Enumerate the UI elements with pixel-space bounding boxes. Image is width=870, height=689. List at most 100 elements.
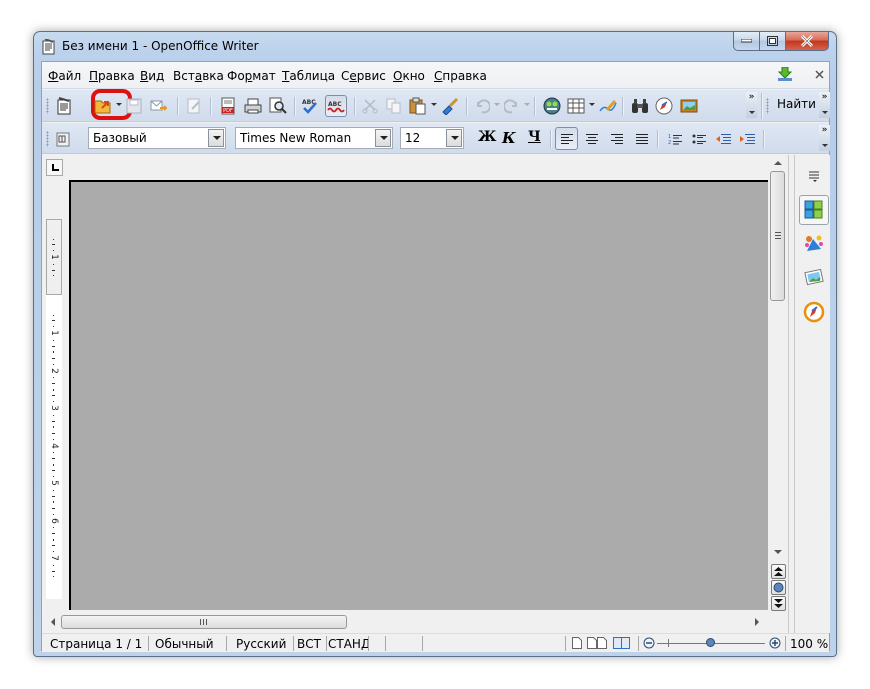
toolbar-grip[interactable] [46,98,49,114]
font-size-dropdown[interactable] [446,129,462,147]
zoom-out-icon[interactable] [643,637,655,649]
scroll-left-arrow[interactable] [51,618,55,626]
zoom-slider-knob[interactable] [706,638,715,647]
formatting-overflow-button[interactable]: » [819,125,830,151]
increase-indent-button[interactable] [737,129,757,149]
undo-button[interactable] [472,96,492,116]
decrease-indent-button[interactable] [713,129,733,149]
font-name-combo[interactable]: Times New Roman [235,127,393,149]
menu-window[interactable]: Окно [393,69,425,83]
status-language[interactable]: Русский [236,637,286,651]
sidebar-gallery-button[interactable] [799,263,829,293]
undo-dropdown-arrow[interactable] [494,103,500,106]
close-document-icon[interactable] [815,70,824,79]
bold-button[interactable]: Ж [478,129,496,145]
minimize-button[interactable] [733,32,760,51]
status-zoom-level[interactable]: 100 % [790,637,828,651]
book-view-icon[interactable] [613,637,631,649]
multi-page-view-icon[interactable] [587,637,607,649]
toolbar-overflow-button[interactable]: » [746,92,757,118]
font-name-dropdown[interactable] [375,129,391,147]
align-center-button[interactable] [582,129,602,149]
horizontal-scroll-thumb[interactable] [61,615,347,629]
copy-button[interactable] [384,96,404,116]
navigator-button[interactable] [654,96,674,116]
align-left-button[interactable] [555,127,578,150]
scroll-down-arrow[interactable] [774,550,782,554]
paragraph-style-dropdown[interactable] [208,129,224,147]
underline-button[interactable]: Ч [528,129,541,145]
email-button[interactable] [149,96,169,116]
styles-formatting-button[interactable] [54,129,74,149]
document-page[interactable] [69,180,768,610]
zoom-in-icon[interactable] [769,637,781,649]
redo-button[interactable] [502,96,522,116]
navigation-button[interactable] [771,580,786,595]
toolbar-grip[interactable] [46,131,49,147]
sidebar-styles-button[interactable] [799,229,829,259]
ruler-tick [52,570,55,572]
status-page-style[interactable]: Обычный [155,637,214,651]
download-update-icon[interactable] [777,67,793,81]
clone-formatting-button[interactable] [440,96,460,116]
gallery-button[interactable] [542,96,562,116]
sidebar-properties-button[interactable] [799,195,829,225]
sidebar-menu-button[interactable] [799,161,829,191]
page-preview-button[interactable] [268,96,288,116]
find-replace-button[interactable] [630,96,650,116]
ruler-tick [52,357,55,359]
italic-button[interactable]: К [502,129,516,147]
tab-stop-selector[interactable] [46,159,63,176]
paste-dropdown-arrow[interactable] [431,103,437,106]
menu-file[interactable]: Файл [48,69,81,83]
scroll-right-arrow[interactable] [755,618,759,626]
table-button[interactable] [566,96,586,116]
autospellcheck-toggle[interactable]: ABC [325,95,347,117]
menu-table[interactable]: Таблица [282,69,335,83]
status-selection-mode[interactable]: СТАНД [328,637,368,651]
vertical-ruler[interactable]: 1 1 2 3 4 5 6 7 [46,219,62,599]
scroll-up-arrow[interactable] [774,161,782,165]
menu-insert[interactable]: Вставка [173,69,224,83]
align-right-button[interactable] [607,129,627,149]
open-dropdown-arrow[interactable] [116,103,122,106]
paste-button[interactable] [408,96,428,116]
print-button[interactable] [243,96,263,116]
vertical-scroll-thumb[interactable] [770,171,785,301]
menu-help[interactable]: Справка [434,69,487,83]
edit-file-button[interactable] [184,96,204,116]
paragraph-style-combo[interactable]: Базовый [88,127,226,149]
numbering-button[interactable]: 12 [665,129,685,149]
status-insert-mode[interactable]: ВСТ [297,637,321,651]
next-page-button[interactable] [771,596,786,611]
single-page-view-icon[interactable] [572,637,582,649]
font-size-combo[interactable]: 12 [400,127,464,149]
gallery-picture-button[interactable] [679,96,699,116]
find-toolbar-label[interactable]: Найти [777,97,816,111]
menu-format[interactable]: Формат [227,69,276,83]
save-button[interactable] [124,96,144,116]
bullets-button[interactable] [689,129,709,149]
sidebar-navigator-button[interactable] [799,297,829,327]
maximize-button[interactable] [760,32,786,51]
horizontal-scrollbar[interactable] [42,612,768,632]
close-window-button[interactable] [786,32,829,51]
cut-button[interactable] [360,96,380,116]
new-document-button[interactable] [54,96,74,116]
open-button[interactable] [93,96,113,116]
draw-functions-button[interactable] [598,96,618,116]
find-toolbar-grip[interactable] [766,98,769,114]
menu-view[interactable]: Вид [140,69,164,83]
status-page[interactable]: Страница 1 / 1 [50,637,142,651]
export-pdf-button[interactable]: PDF [218,96,238,116]
menu-edit[interactable]: Правка [89,69,135,83]
table-dropdown-arrow[interactable] [589,103,595,106]
vertical-scrollbar[interactable] [768,155,788,613]
redo-dropdown-arrow[interactable] [524,103,530,106]
menu-tools[interactable]: Сервис [341,69,386,83]
spellcheck-button[interactable]: ABC [300,96,320,116]
title-bar[interactable]: Без имени 1 - OpenOffice Writer [34,32,836,60]
find-toolbar-overflow-button[interactable]: » [819,92,830,118]
previous-page-button[interactable] [771,564,786,579]
justify-button[interactable] [632,129,652,149]
